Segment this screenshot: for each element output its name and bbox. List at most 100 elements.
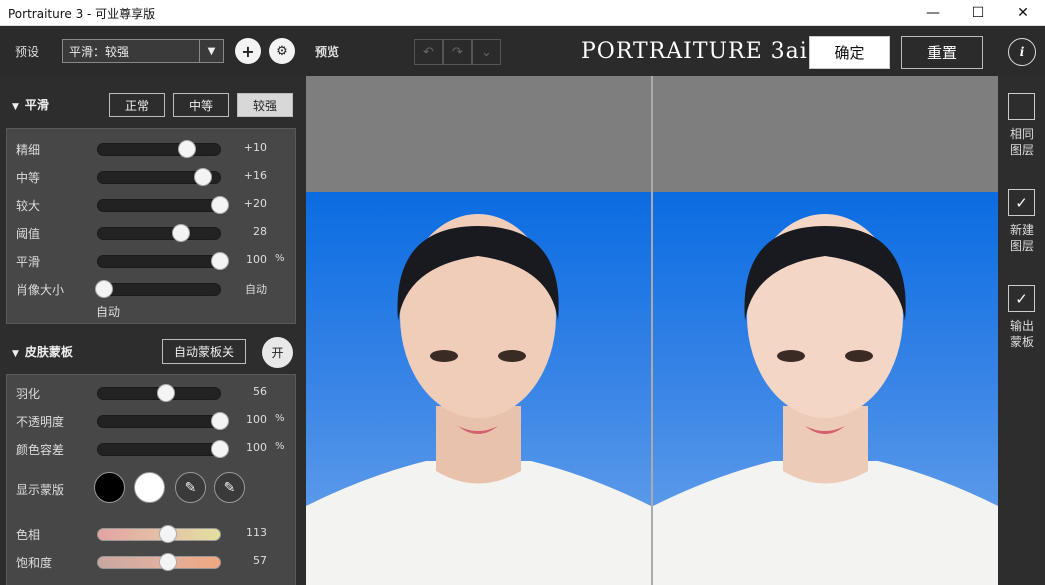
smoothing-mode-button[interactable]: 较强	[237, 93, 293, 117]
smoothing-slider-row: 阈值 28	[7, 223, 297, 243]
ok-button[interactable]: 确定	[809, 36, 890, 69]
slider-thumb[interactable]	[211, 440, 229, 458]
slider-value: 56	[253, 385, 267, 398]
skin-mask-slider-row: 羽化 56	[7, 383, 297, 403]
gear-icon: ⚙	[276, 43, 288, 59]
smoothing-slider[interactable]	[97, 196, 229, 214]
title-bar: Portraiture 3 - 可业尊享版 — ☐ ✕	[0, 0, 1045, 26]
eyedropper-icon[interactable]: ✎	[175, 472, 206, 503]
smoothing-slider[interactable]	[97, 224, 221, 242]
label-line: 蒙板	[1009, 335, 1034, 349]
preview-result[interactable]	[653, 76, 998, 585]
slider-thumb[interactable]	[158, 553, 177, 571]
saturation-slider[interactable]	[97, 553, 221, 571]
smoothing-mode-button[interactable]: 正常	[109, 93, 165, 117]
output-option-checkbox[interactable]	[1008, 93, 1035, 120]
smoothing-slider[interactable]	[97, 140, 221, 158]
history-dropdown-icon[interactable]: ⌄	[472, 39, 501, 65]
smoothing-slider[interactable]	[97, 252, 229, 270]
brand-logo: PORTRAITURE 3ai	[581, 39, 808, 64]
skin-mask-slider-row: 不透明度 100%	[7, 411, 297, 431]
slider-thumb[interactable]	[178, 140, 197, 158]
slider-label: 较大	[16, 199, 41, 213]
smoothing-mode-button[interactable]: 中等	[173, 93, 229, 117]
plus-icon: +	[241, 41, 255, 61]
smoothing-section-header[interactable]: ▼ 平滑	[12, 96, 49, 113]
slider-label: 中等	[16, 171, 41, 185]
portrait-photo	[306, 214, 651, 585]
show-mask-label: 显示蒙版	[16, 483, 65, 497]
smoothing-slider-row: 肖像大小 自动	[7, 279, 297, 299]
undo-icon[interactable]: ↶	[414, 39, 443, 65]
hue-value: 113	[246, 526, 267, 539]
portrait-size-note: 自动	[96, 305, 121, 319]
collapse-triangle-icon: ▼	[12, 102, 19, 112]
slider-label: 颜色容差	[16, 443, 65, 457]
saturation-label: 饱和度	[16, 556, 53, 570]
slider-label: 肖像大小	[16, 283, 65, 297]
add-preset-button[interactable]: +	[235, 38, 261, 64]
chevron-down-icon[interactable]: ▼	[199, 40, 223, 62]
smoothing-sliders-group: 精细 +10 中等 +16 较大 +20 阈值 28 平滑 100% 肖像大小 自动 自动	[6, 128, 296, 324]
slider-unit: %	[275, 441, 285, 452]
checkmark-icon: ✓	[1015, 193, 1028, 212]
skin-mask-title: 皮肤蒙板	[24, 345, 73, 359]
label-line: 图层	[1009, 239, 1034, 253]
auto-mask-button[interactable]: 自动蒙板关	[162, 339, 246, 364]
slider-thumb[interactable]	[211, 412, 229, 430]
slider-label: 精细	[16, 143, 41, 157]
hue-slider[interactable]	[97, 525, 221, 543]
hue-label: 色相	[16, 528, 41, 542]
slider-unit: %	[275, 253, 285, 264]
slider-thumb[interactable]	[211, 196, 229, 214]
preview-label: 预览	[315, 45, 340, 59]
slider-thumb[interactable]	[211, 252, 229, 270]
label-line: 相同	[1009, 127, 1034, 141]
slider-label: 不透明度	[16, 415, 65, 429]
skin-mask-slider[interactable]	[97, 412, 229, 430]
settings-button[interactable]: ⚙	[269, 38, 295, 64]
eyedropper-add-icon[interactable]: ✎	[214, 472, 245, 503]
minimize-button[interactable]: —	[910, 0, 956, 26]
smoothing-title: 平滑	[24, 98, 49, 112]
skin-mask-sliders-group: 显示蒙版 ✎ ✎ 色相 113 饱和度 57 羽化 56 不透明度 100% 颜色容差 1…	[6, 374, 296, 585]
collapse-triangle-icon: ▼	[12, 349, 19, 359]
redo-icon[interactable]: ↷	[443, 39, 472, 65]
smoothing-slider-row: 较大 +20	[7, 195, 297, 215]
white-mask-swatch[interactable]	[134, 472, 165, 503]
slider-thumb[interactable]	[95, 280, 114, 298]
skin-mask-section-header[interactable]: ▼ 皮肤蒙板	[12, 343, 73, 360]
close-button[interactable]: ✕	[1000, 0, 1045, 26]
smoothing-slider[interactable]	[97, 168, 221, 186]
preset-dropdown[interactable]: 平滑：较强 ▼	[62, 39, 224, 63]
output-option-checkbox[interactable]: ✓	[1008, 285, 1035, 312]
saturation-value: 57	[253, 554, 267, 567]
mask-on-button[interactable]: 开	[262, 337, 293, 368]
slider-value: 自动	[245, 283, 267, 296]
slider-value: +20	[243, 197, 267, 210]
smoothing-slider[interactable]	[95, 280, 221, 298]
window-title: Portraiture 3 - 可业尊享版	[8, 7, 156, 21]
preset-label: 预设	[15, 45, 40, 59]
skin-mask-slider[interactable]	[97, 440, 229, 458]
info-icon[interactable]: i	[1008, 38, 1036, 66]
hue-slider-row: 色相 113	[7, 524, 297, 544]
preview-original[interactable]	[306, 76, 651, 585]
reset-button[interactable]: 重置	[901, 36, 983, 69]
slider-thumb[interactable]	[157, 384, 176, 402]
preview-area[interactable]	[306, 76, 998, 585]
slider-thumb[interactable]	[193, 168, 212, 186]
smoothing-slider-row: 精细 +10	[7, 139, 297, 159]
slider-thumb[interactable]	[171, 224, 190, 242]
output-option-checkbox[interactable]: ✓	[1008, 189, 1035, 216]
slider-thumb[interactable]	[158, 525, 177, 543]
black-mask-swatch[interactable]	[94, 472, 125, 503]
maximize-button[interactable]: ☐	[955, 0, 1001, 26]
settings-panel: ▼ 平滑 正常 中等 较强 精细 +10 中等 +16 较大 +20 阈值 28 平滑 100% 肖像大小…	[0, 76, 306, 585]
preset-value: 平滑：较强	[69, 45, 130, 59]
slider-unit: %	[275, 413, 285, 424]
toolbar: 预设 平滑：较强 ▼ + ⚙ 预览 ↶ ↷ ⌄ PORTRAITURE 3ai …	[0, 26, 1045, 76]
skin-mask-slider[interactable]	[97, 384, 221, 402]
slider-value: 100	[246, 253, 267, 266]
saturation-slider-row: 饱和度 57	[7, 552, 297, 572]
